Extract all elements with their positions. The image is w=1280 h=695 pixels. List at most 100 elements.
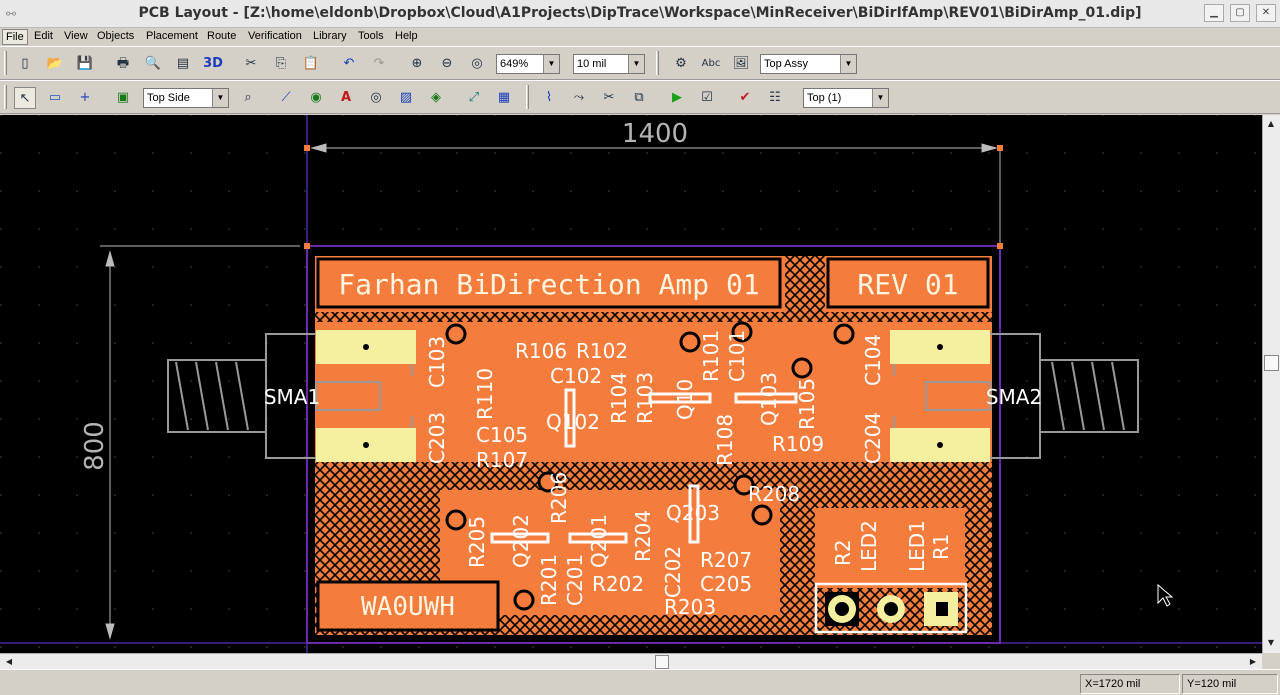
menu-placement[interactable]: Placement	[143, 29, 201, 43]
origin-icon[interactable]: +	[74, 87, 96, 109]
close-button[interactable]: ✕	[1256, 4, 1276, 22]
chevron-down-icon[interactable]: ▼	[543, 55, 559, 73]
minimize-button[interactable]: ▁	[1204, 4, 1224, 22]
drc-icon[interactable]: ✔	[734, 87, 756, 109]
designator-r109: R109	[772, 432, 824, 456]
cut-icon[interactable]: ✂	[240, 53, 262, 75]
menu-objects[interactable]: Objects	[94, 29, 137, 43]
table-icon[interactable]: ▦	[493, 87, 515, 109]
chevron-down-icon[interactable]: ▼	[212, 89, 228, 107]
horizontal-scrollbar[interactable]: ◀ ▶	[0, 653, 1262, 669]
designator-r107: R107	[476, 448, 528, 472]
corner-marker	[304, 145, 310, 151]
text-icon[interactable]: A	[335, 87, 357, 109]
board-title: Farhan BiDirection Amp 01	[338, 268, 759, 301]
menu-library[interactable]: Library	[310, 29, 350, 43]
toolbar-separator	[656, 51, 659, 75]
pcb-view[interactable]: 1400 800 Farhan BiDirection Amp 01 REV 0…	[0, 115, 1262, 653]
spell-icon[interactable]: Abc	[700, 53, 722, 75]
vertical-scroll-thumb[interactable]	[1264, 355, 1279, 371]
select-icon[interactable]: ↖	[14, 87, 36, 109]
layer-combo[interactable]: Top (1) ▼	[803, 88, 889, 108]
check-icon[interactable]: ☑	[696, 87, 718, 109]
title-bar: ⚯ PCB Layout - [Z:\home\eldonb\Dropbox\C…	[0, 0, 1280, 28]
chevron-down-icon[interactable]: ▼	[840, 55, 856, 73]
window-title: PCB Layout - [Z:\home\eldonb\Dropbox\Clo…	[138, 5, 1142, 21]
callsign-label: WA0UWH	[361, 592, 455, 622]
shape-icon[interactable]: ◈	[425, 87, 447, 109]
menu-tools[interactable]: Tools	[355, 29, 387, 43]
designator-r103: R103	[633, 372, 657, 424]
zoom-fit-icon[interactable]: ◎	[466, 53, 488, 75]
component-icon[interactable]: ▣	[112, 87, 134, 109]
menu-route[interactable]: Route	[204, 29, 239, 43]
menu-verification[interactable]: Verification	[245, 29, 305, 43]
view-mode-combo[interactable]: Top Assy ▼	[760, 54, 857, 74]
design-canvas[interactable]: 1400 800 Farhan BiDirection Amp 01 REV 0…	[0, 115, 1262, 653]
designator-r201: R201	[537, 554, 561, 606]
scroll-up-icon[interactable]: ▲	[1263, 116, 1279, 132]
report-icon[interactable]: ▤	[172, 53, 194, 75]
redo-icon[interactable]: ↷	[368, 53, 390, 75]
copper-pour-icon[interactable]: ▨	[395, 87, 417, 109]
menu-file[interactable]: File	[2, 29, 28, 45]
designator-c201: C201	[563, 554, 587, 606]
layer-setup-icon[interactable]: ⚙	[670, 53, 692, 75]
3d-view-icon[interactable]: 3D	[202, 53, 224, 75]
ruler-icon[interactable]: ▭	[44, 87, 66, 109]
placement-toolbar: ↖ ▭ + ▣ Top Side ▼ ⌕ ⟋ ◉ A ◎ ▨ ◈ ⤢ ▦ ⌇ ⤳ …	[0, 80, 1280, 114]
zoom-in-icon[interactable]: ⊕	[406, 53, 428, 75]
find-icon[interactable]: ⌕	[237, 87, 259, 109]
horizontal-scroll-thumb[interactable]	[655, 655, 669, 669]
scroll-right-icon[interactable]: ▶	[1245, 654, 1261, 670]
scroll-left-icon[interactable]: ◀	[1, 654, 17, 670]
designator-r1: R1	[929, 533, 953, 560]
designator-q202: Q202	[509, 514, 533, 568]
chevron-down-icon[interactable]: ▼	[628, 55, 644, 73]
trace-icon[interactable]: ⌇	[538, 87, 560, 109]
grid-combo[interactable]: 10 mil ▼	[573, 54, 645, 74]
open-icon[interactable]: 📂	[44, 53, 66, 75]
status-bar: X=1720 mil Y=120 mil	[0, 669, 1280, 695]
clone-icon[interactable]: ⧉	[628, 87, 650, 109]
status-y-coordinate: Y=120 mil	[1182, 674, 1278, 694]
drc-setup-icon[interactable]: ☷	[764, 87, 786, 109]
designator-r204: R204	[631, 510, 655, 562]
menu-edit[interactable]: Edit	[31, 29, 56, 43]
side-combo[interactable]: Top Side ▼	[143, 88, 229, 108]
run-icon[interactable]: ▶	[666, 87, 688, 109]
route-icon[interactable]: ⟋	[275, 87, 297, 109]
layer-value: Top (1)	[807, 92, 842, 104]
image-icon[interactable]: 🖼	[730, 53, 752, 75]
toolbar-grip	[4, 85, 7, 109]
sma2-label: SMA2	[986, 385, 1042, 409]
cut-trace-icon[interactable]: ✂	[598, 87, 620, 109]
menu-help[interactable]: Help	[392, 29, 421, 43]
grid-value: 10 mil	[577, 58, 607, 70]
designator-c204: C204	[861, 412, 885, 464]
designator-r207: R207	[700, 548, 752, 572]
designator-r208: R208	[748, 482, 800, 506]
copy-icon[interactable]: ⎘	[270, 53, 292, 75]
view-mode-value: Top Assy	[764, 58, 809, 70]
pad-icon[interactable]: ◎	[365, 87, 387, 109]
auto-route-icon[interactable]: ⤳	[568, 87, 590, 109]
menu-bar: File Edit View Objects Placement Route V…	[0, 28, 1280, 46]
print-icon[interactable]: 🖶	[112, 53, 134, 75]
designator-led1: LED1	[905, 520, 929, 572]
paste-icon[interactable]: 📋	[300, 53, 322, 75]
chevron-down-icon[interactable]: ▼	[872, 89, 888, 107]
zoom-combo[interactable]: 649% ▼	[496, 54, 560, 74]
menu-view[interactable]: View	[61, 29, 91, 43]
undo-icon[interactable]: ↶	[338, 53, 360, 75]
dimension-icon[interactable]: ⤢	[463, 87, 485, 109]
print-preview-icon[interactable]: 🔍	[142, 53, 164, 75]
vertical-scrollbar[interactable]: ▲ ▼	[1262, 115, 1280, 653]
scroll-down-icon[interactable]: ▼	[1263, 635, 1279, 651]
new-icon[interactable]: ▯	[14, 53, 36, 75]
maximize-button[interactable]: ▢	[1230, 4, 1250, 22]
via-icon[interactable]: ◉	[305, 87, 327, 109]
designator-c103: C103	[425, 336, 449, 388]
save-icon[interactable]: 💾	[74, 53, 96, 75]
zoom-out-icon[interactable]: ⊖	[436, 53, 458, 75]
